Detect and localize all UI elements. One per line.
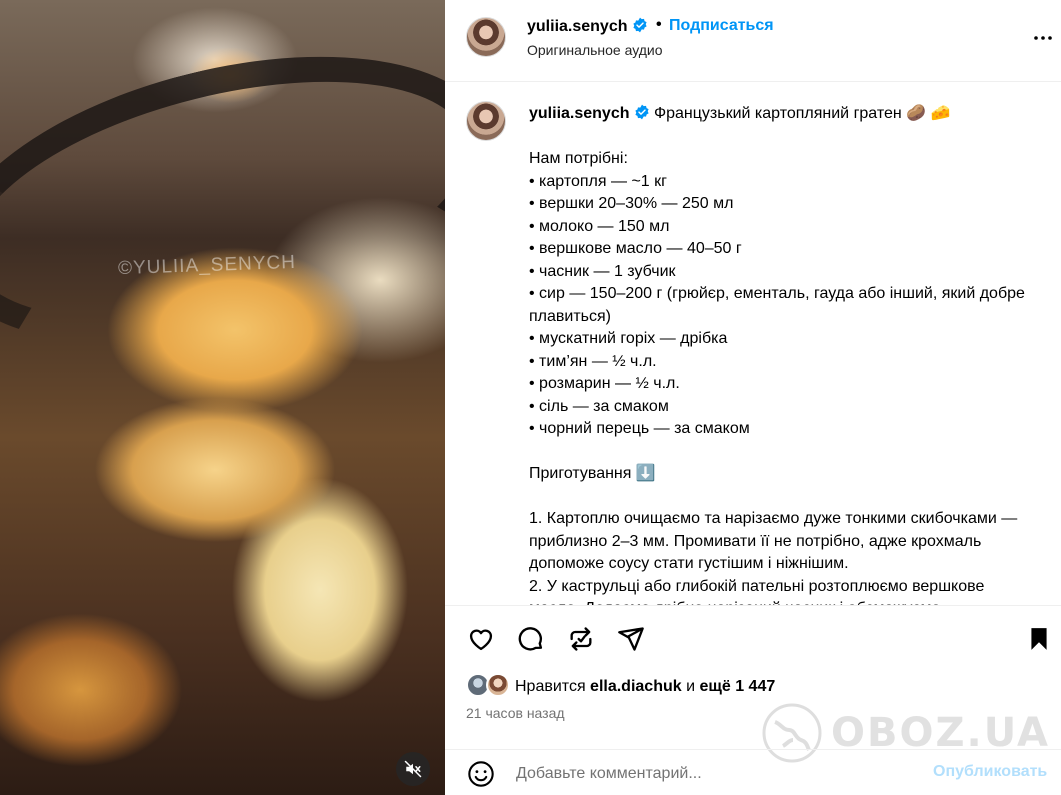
publish-comment-button[interactable]: Опубликовать bbox=[933, 763, 1047, 781]
likes-summary: Нравится ella.diachuk и ещё 1 447 bbox=[515, 678, 775, 696]
comment-icon bbox=[518, 627, 543, 651]
post-header: yuliia.senych • Подписаться Оригинальное… bbox=[445, 0, 1061, 82]
more-options-button[interactable] bbox=[1031, 26, 1055, 50]
post-media-video[interactable]: ©YULIIA_SENYCH bbox=[0, 0, 445, 795]
caption-scroll-area[interactable]: yuliia.senych Французький картопляний гр… bbox=[445, 83, 1061, 605]
repost-button[interactable] bbox=[566, 624, 596, 654]
baking-dish-edge bbox=[0, 6, 445, 394]
post-timestamp[interactable]: 21 часов назад bbox=[466, 705, 565, 721]
follow-button[interactable]: Подписаться bbox=[669, 17, 774, 35]
caption-author-avatar[interactable] bbox=[466, 101, 506, 141]
verified-badge-icon bbox=[632, 17, 647, 33]
liker-username-link[interactable]: ella.diachuk bbox=[590, 678, 682, 695]
emoji-smile-icon bbox=[468, 761, 494, 787]
liker-avatar[interactable] bbox=[486, 673, 510, 697]
mute-toggle-button[interactable] bbox=[396, 752, 430, 786]
likes-middle: и bbox=[681, 678, 700, 695]
audio-label[interactable]: Оригинальное аудио bbox=[527, 42, 663, 58]
caption-body: Французький картопляний гратен 🥔 🧀 Нам п… bbox=[529, 105, 1025, 605]
heart-icon bbox=[469, 629, 493, 651]
author-username-link[interactable]: yuliia.senych bbox=[527, 17, 648, 36]
save-button[interactable] bbox=[1024, 624, 1054, 654]
likes-prefix: Нравится bbox=[515, 678, 591, 695]
verified-badge-icon bbox=[634, 104, 649, 120]
caption-username[interactable]: yuliia.senych bbox=[529, 105, 630, 122]
send-icon bbox=[618, 627, 644, 651]
bookmark-filled-icon bbox=[1031, 628, 1047, 650]
likes-count-link[interactable]: ещё 1 447 bbox=[699, 678, 775, 695]
author-username[interactable]: yuliia.senych bbox=[527, 18, 628, 35]
post-details-pane: yuliia.senych • Подписаться Оригинальное… bbox=[445, 0, 1061, 795]
comment-input[interactable] bbox=[516, 763, 916, 785]
repost-icon bbox=[570, 627, 592, 651]
share-button[interactable] bbox=[616, 624, 646, 654]
emoji-picker-button[interactable] bbox=[466, 759, 496, 789]
header-separator: • bbox=[656, 16, 662, 33]
more-horizontal-icon bbox=[1034, 36, 1052, 40]
author-avatar[interactable] bbox=[466, 17, 506, 57]
comment-bar: Опубликовать bbox=[445, 749, 1061, 795]
comment-button[interactable] bbox=[516, 624, 546, 654]
caption-text: yuliia.senych Французький картопляний гр… bbox=[529, 103, 1039, 605]
speaker-muted-icon bbox=[404, 760, 422, 778]
like-button[interactable] bbox=[466, 624, 496, 654]
post-actions: Нравится ella.diachuk и ещё 1 447 21 час… bbox=[445, 605, 1061, 795]
